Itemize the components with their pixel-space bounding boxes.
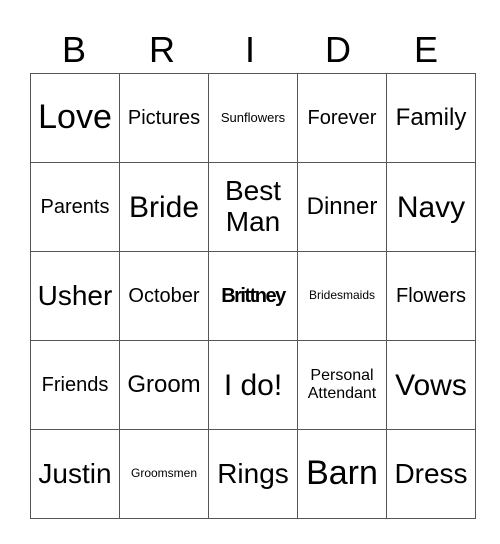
bingo-cell[interactable]: Bride [119,162,209,252]
bingo-cell[interactable]: Dress [386,429,476,519]
header-letter: D [325,29,351,70]
bingo-cell[interactable]: Family [386,73,476,163]
header-letter: I [244,29,255,70]
grid-row: Usher October Brittney Bridesmaids Flowe… [30,251,476,341]
bingo-cell[interactable]: Navy [386,162,476,252]
bingo-cell[interactable]: Best Man [208,162,298,252]
bingo-cell[interactable]: Vows [386,340,476,430]
bingo-cell[interactable]: Parents [30,162,120,252]
header-letter: R [149,29,175,70]
bingo-cell[interactable]: Groom [119,340,209,430]
bingo-cell[interactable]: Flowers [386,251,476,341]
bingo-cell[interactable]: Love [30,73,120,163]
bingo-cell[interactable]: I do! [208,340,298,430]
bingo-cell[interactable]: Justin [30,429,120,519]
bingo-cell[interactable]: Barn [297,429,387,519]
bingo-cell[interactable]: Forever [297,73,387,163]
grid-row: Justin Groomsmen Rings Barn Dress [30,429,476,519]
bingo-header: B R I D E [30,28,470,72]
bingo-cell[interactable]: Friends [30,340,120,430]
bingo-cell[interactable]: Usher [30,251,120,341]
bingo-cell[interactable]: Dinner [297,162,387,252]
bingo-cell[interactable]: Brittney [208,251,298,341]
bingo-cell[interactable]: October [119,251,209,341]
header-letter: B [61,29,86,70]
grid-row: Friends Groom I do! Personal Attendant V… [30,340,476,430]
header-letter: E [413,29,438,70]
bingo-cell[interactable]: Sunflowers [208,73,298,163]
bingo-cell[interactable]: Pictures [119,73,209,163]
bingo-cell[interactable]: Groomsmen [119,429,209,519]
bingo-cell[interactable]: Rings [208,429,298,519]
bingo-grid: Love Pictures Sunflowers Forever Family … [30,73,476,519]
grid-row: Love Pictures Sunflowers Forever Family [30,73,476,163]
bingo-cell[interactable]: Personal Attendant [297,340,387,430]
bingo-cell[interactable]: Bridesmaids [297,251,387,341]
grid-row: Parents Bride Best Man Dinner Navy [30,162,476,252]
